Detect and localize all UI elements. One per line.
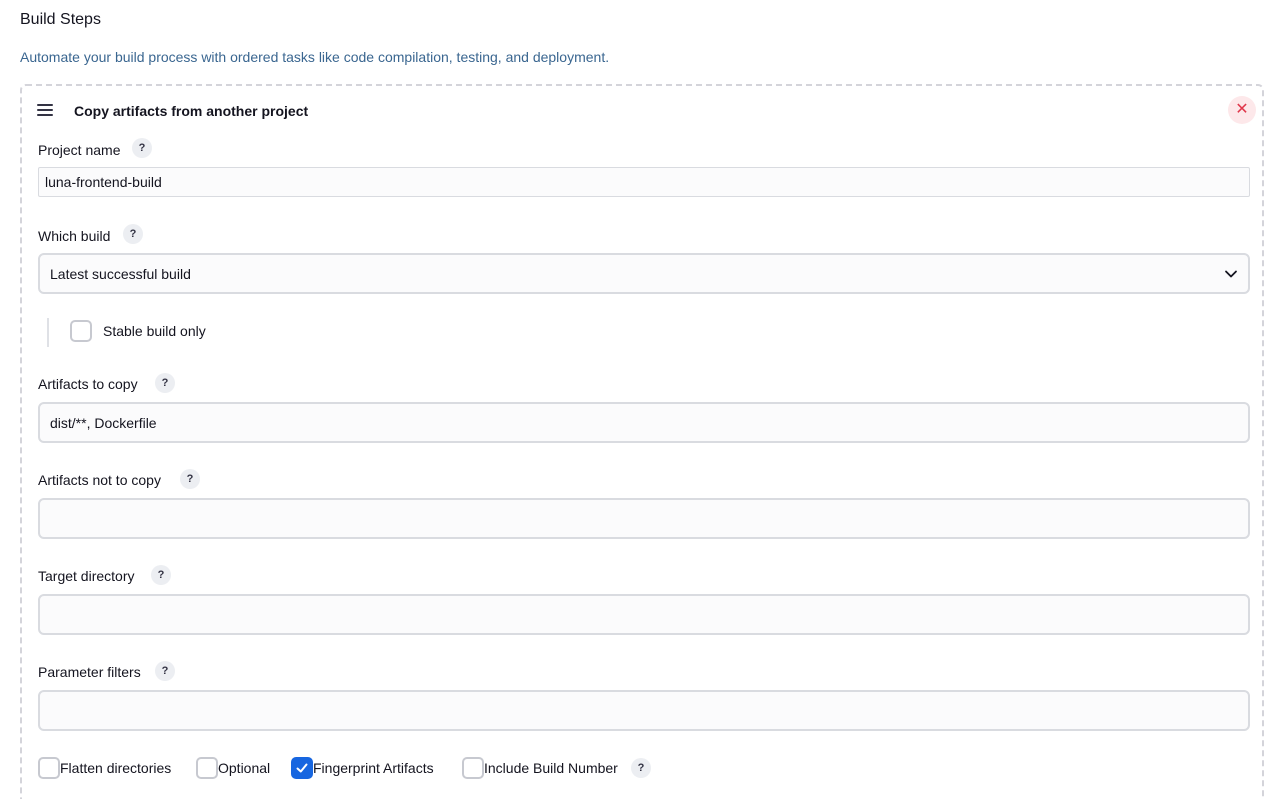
project-name-input[interactable] [38,167,1250,197]
stable-build-only-label[interactable]: Stable build only [103,322,206,340]
checkmark-icon [296,763,308,773]
project-name-label: Project name [38,142,121,158]
target-directory-input[interactable] [38,594,1250,635]
flatten-directories-label[interactable]: Flatten directories [60,759,171,777]
optional-label[interactable]: Optional [218,759,270,777]
help-icon[interactable]: ? [155,661,175,681]
parameter-filters-input[interactable] [38,690,1250,731]
help-icon[interactable]: ? [180,469,200,489]
section-title: Build Steps [20,11,101,28]
include-build-number-label[interactable]: Include Build Number [484,759,618,777]
artifacts-not-to-copy-label: Artifacts not to copy [38,472,161,488]
which-build-select[interactable]: Latest successful build [38,253,1250,294]
fingerprint-artifacts-label[interactable]: Fingerprint Artifacts [313,759,434,777]
stable-build-only-checkbox[interactable] [70,320,92,342]
flatten-directories-checkbox[interactable] [38,757,60,779]
nested-indent-bar [47,318,49,347]
artifacts-to-copy-input[interactable] [38,402,1250,443]
parameter-filters-label: Parameter filters [38,664,141,680]
fingerprint-artifacts-checkbox[interactable] [291,757,313,779]
target-directory-label: Target directory [38,568,135,584]
step-title: Copy artifacts from another project [74,103,309,119]
drag-handle-icon[interactable] [37,104,57,118]
help-icon[interactable]: ? [151,565,171,585]
which-build-label: Which build [38,228,111,244]
help-icon[interactable]: ? [123,224,143,244]
include-build-number-checkbox[interactable] [462,757,484,779]
help-icon[interactable]: ? [155,373,175,393]
artifacts-to-copy-label: Artifacts to copy [38,376,138,392]
close-icon[interactable]: ✕ [1228,96,1256,124]
help-icon[interactable]: ? [132,138,152,158]
help-icon[interactable]: ? [631,758,651,778]
artifacts-not-to-copy-input[interactable] [38,498,1250,539]
which-build-selected-value: Latest successful build [50,266,191,282]
section-description: Automate your build process with ordered… [20,49,610,65]
build-steps-page: Build Steps Automate your build process … [0,0,1281,799]
chevron-down-icon [1225,270,1237,278]
optional-checkbox[interactable] [196,757,218,779]
